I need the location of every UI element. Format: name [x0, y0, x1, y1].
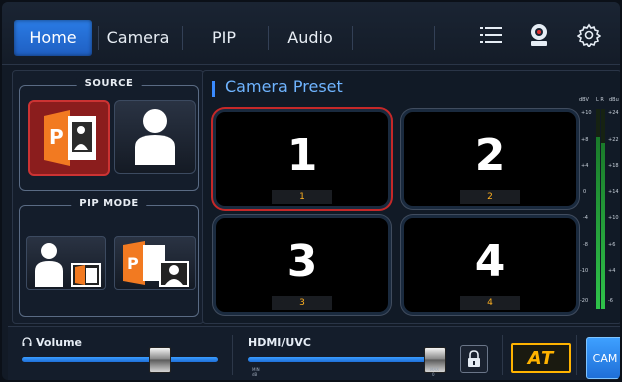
- source-group: SOURCE P: [19, 78, 199, 191]
- vu-scale-right: +6: [608, 242, 616, 248]
- camera-device-icon[interactable]: [526, 22, 552, 48]
- cam-button[interactable]: CAM: [586, 337, 620, 379]
- camera-person-source-button[interactable]: [114, 100, 196, 174]
- preset-label: 3: [272, 296, 332, 310]
- tab-audio[interactable]: Audio: [268, 20, 352, 56]
- list-icon[interactable]: [478, 22, 504, 48]
- volume-slider-handle[interactable]: [149, 347, 172, 373]
- pip-person-main-button[interactable]: [26, 236, 106, 290]
- vu-scale-left: -4: [583, 215, 588, 221]
- vu-channels: L R: [596, 97, 604, 103]
- lock-icon: [468, 350, 480, 367]
- vu-scale-left: 0: [583, 189, 587, 195]
- svg-text:P: P: [49, 125, 64, 149]
- preset-button-1[interactable]: 1 1: [213, 109, 391, 209]
- vu-scale-right: +24: [608, 110, 619, 116]
- vu-scale-right: +14: [608, 189, 619, 195]
- vu-scale-left: +10: [581, 110, 592, 116]
- tab-divider: [352, 26, 353, 50]
- tab-pip[interactable]: PIP: [182, 20, 266, 56]
- presentation-icon: P: [44, 110, 96, 166]
- vu-header-left: dBV: [579, 97, 589, 103]
- left-panel: SOURCE P PIP MODE P: [12, 70, 204, 324]
- vu-scale-right: -6: [608, 298, 613, 304]
- preset-number: 1: [286, 130, 318, 181]
- volume-label: Volume: [36, 336, 82, 349]
- tab-divider: [434, 26, 435, 50]
- preset-label: 1: [272, 190, 332, 204]
- divider: [502, 335, 503, 375]
- hdmi-min-value: dB: [252, 372, 258, 377]
- preset-button-4[interactable]: 4 4: [401, 215, 579, 315]
- presentation-source-button[interactable]: P: [28, 100, 110, 176]
- settings-gear-icon[interactable]: [576, 22, 602, 48]
- cam-label: CAM: [592, 351, 618, 365]
- auto-tracking-label: AT: [527, 347, 555, 369]
- preset-number: 4: [474, 236, 506, 287]
- vu-bar-left: [596, 109, 600, 309]
- person-with-presentation-pip-icon: [35, 243, 101, 287]
- headphones-icon: [22, 337, 32, 346]
- vu-scale-left: +4: [581, 163, 589, 169]
- preset-label: 4: [460, 296, 520, 310]
- vu-scale-left: -10: [580, 268, 589, 274]
- vu-scale-left: -20: [580, 298, 589, 304]
- source-title: SOURCE: [76, 78, 142, 89]
- preset-label: 2: [460, 190, 520, 204]
- hdmi-uvc-label: HDMI/UVC: [248, 336, 311, 349]
- hdmi-uvc-slider-track[interactable]: [248, 357, 446, 362]
- vu-scale-left: +8: [581, 137, 589, 143]
- audio-level-meter: dBV L R dBu +10 +8 +4 0 -4 -8 -10 -20 +2…: [579, 97, 619, 317]
- hdmi-max-value: 0: [432, 372, 435, 377]
- svg-text:P: P: [127, 254, 139, 273]
- person-icon: [135, 109, 175, 165]
- vu-scale-right: +10: [608, 215, 619, 221]
- tab-camera[interactable]: Camera: [98, 20, 178, 56]
- vu-scale-right: +22: [608, 137, 619, 143]
- vu-level-left: [596, 137, 600, 309]
- auto-tracking-button[interactable]: AT: [511, 343, 571, 373]
- divider: [232, 335, 233, 375]
- vu-scale-right: +18: [608, 163, 619, 169]
- bottom-control-bar: Volume HDMI/UVC MIN dB MAX 0 AT CAM: [8, 326, 620, 380]
- preset-number: 2: [474, 130, 506, 181]
- divider: [576, 335, 577, 375]
- pip-mode-title: PIP MODE: [71, 198, 147, 209]
- app-window: Home Camera PIP Audio SOURCE P PIP MODE …: [2, 2, 620, 380]
- camera-preset-title: Camera Preset: [225, 77, 343, 96]
- preset-button-2[interactable]: 2 2: [401, 109, 579, 209]
- preset-button-3[interactable]: 3 3: [213, 215, 391, 315]
- vu-scale-right: +4: [608, 268, 616, 274]
- vu-level-right: [601, 143, 605, 309]
- presentation-with-person-pip-icon: P: [123, 241, 189, 287]
- camera-preset-panel: Camera Preset 1 1 2 2 3 3 4 4 dBV L R dB…: [202, 70, 620, 324]
- preset-number: 3: [286, 236, 318, 287]
- pip-presentation-main-button[interactable]: P: [114, 236, 196, 290]
- vu-bar-right: [601, 109, 605, 309]
- lock-button[interactable]: [460, 345, 488, 373]
- title-accent-bar: [212, 81, 215, 97]
- volume-slider-track[interactable]: [22, 357, 218, 362]
- vu-header-right: dBu: [609, 97, 619, 103]
- top-nav-bar: Home Camera PIP Audio: [2, 2, 620, 65]
- vu-scale-left: -8: [583, 242, 588, 248]
- pip-mode-group: PIP MODE P: [19, 198, 199, 317]
- tab-home[interactable]: Home: [14, 20, 92, 56]
